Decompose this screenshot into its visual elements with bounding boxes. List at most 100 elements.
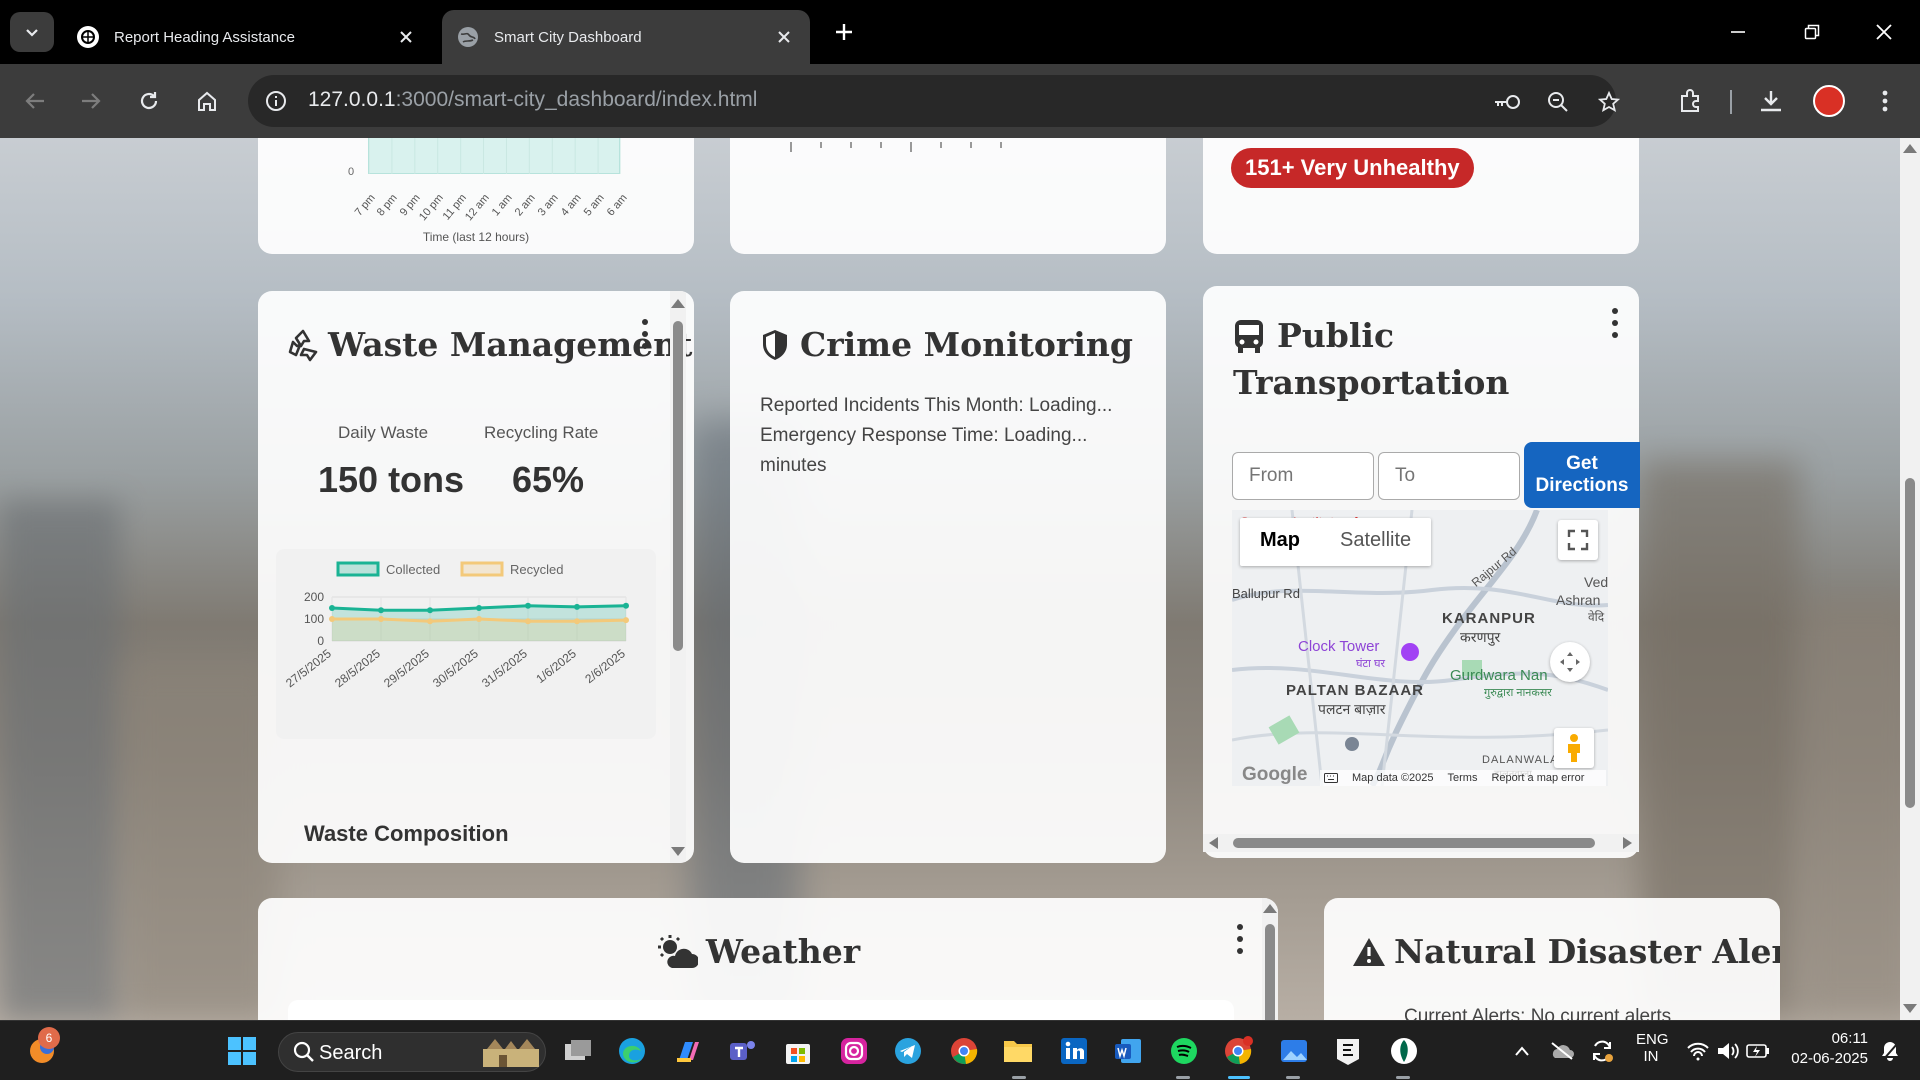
- restore-button[interactable]: [1790, 10, 1834, 54]
- notification-center-button[interactable]: [1874, 1035, 1906, 1067]
- show-hidden-icons-button[interactable]: [1506, 1035, 1538, 1067]
- close-tab-icon[interactable]: [394, 25, 418, 49]
- transport-card-hscrollbar[interactable]: [1203, 834, 1639, 852]
- copilot-app[interactable]: [672, 1035, 704, 1067]
- current-alerts-text: Current Alerts: No current alerts: [1404, 1006, 1672, 1020]
- fullscreen-button[interactable]: [1558, 520, 1598, 560]
- word-app[interactable]: [1112, 1035, 1144, 1067]
- waste-card-menu-button[interactable]: [638, 319, 652, 349]
- clock-date: 02-06-2025: [1791, 1050, 1868, 1067]
- camera-control-button[interactable]: [1550, 642, 1590, 682]
- start-button[interactable]: [226, 1035, 258, 1067]
- chrome-menu-button[interactable]: [1864, 80, 1906, 122]
- battery-status[interactable]: [1742, 1035, 1774, 1067]
- edge-app[interactable]: [616, 1035, 648, 1067]
- telegram-app[interactable]: [892, 1035, 924, 1067]
- map-area-label: DALANWALA: [1482, 754, 1559, 766]
- url-text[interactable]: 127.0.0.1:3000/smart-city_dashboard/inde…: [308, 88, 757, 112]
- weather-card-menu-button[interactable]: [1233, 924, 1247, 954]
- weather-card-scrollbar[interactable]: [1262, 898, 1278, 1020]
- spotify-app[interactable]: [1168, 1035, 1200, 1067]
- x-tick-label: 8 pm: [375, 192, 401, 219]
- transport-title-line2: Transportation: [1233, 363, 1510, 402]
- site-info-icon[interactable]: [262, 87, 290, 115]
- daily-waste-value: 150 tons: [318, 459, 465, 500]
- minimize-button[interactable]: [1716, 10, 1760, 54]
- forward-button[interactable]: [70, 80, 112, 122]
- street-view-pegman-button[interactable]: [1554, 728, 1594, 768]
- photos-app[interactable]: [1278, 1035, 1310, 1067]
- clock[interactable]: 06:11 02-06-2025: [1782, 1029, 1868, 1069]
- downloads-button[interactable]: [1750, 80, 1792, 122]
- x-tick-label: 4 am: [558, 192, 584, 219]
- x-tick-label: 10 pm: [417, 192, 446, 224]
- extensions-button[interactable]: [1670, 80, 1712, 122]
- x-tick-label: 3 am: [535, 192, 561, 219]
- language-indicator[interactable]: ENG IN: [1636, 1031, 1669, 1065]
- get-directions-button[interactable]: Get Directions: [1524, 442, 1640, 508]
- volume-status[interactable]: [1712, 1035, 1744, 1067]
- scroll-down-icon[interactable]: [671, 847, 685, 856]
- more-vertical-icon: [1882, 90, 1888, 112]
- store-app[interactable]: [782, 1035, 814, 1067]
- scroll-left-icon[interactable]: [1209, 837, 1218, 849]
- scrollbar-thumb[interactable]: [673, 321, 683, 651]
- scroll-up-icon[interactable]: [671, 299, 685, 308]
- weather-title: Weather: [705, 932, 861, 971]
- map-place-label-hi: वेदि: [1588, 610, 1605, 624]
- google-map[interactable]: Surgery Institute of Ballupur Rd Rajpur …: [1232, 510, 1608, 786]
- tab-report-heading[interactable]: Report Heading Assistance: [62, 10, 432, 64]
- scrollbar-thumb[interactable]: [1265, 924, 1275, 1020]
- scroll-down-icon[interactable]: [1903, 1004, 1917, 1013]
- map-report-link[interactable]: Report a map error: [1491, 772, 1584, 784]
- onedrive-status[interactable]: [1546, 1035, 1578, 1067]
- scrollbar-thumb[interactable]: [1905, 478, 1915, 808]
- app-running-indicator: [1012, 1076, 1026, 1079]
- new-tab-button[interactable]: [826, 14, 862, 50]
- wifi-status[interactable]: [1682, 1035, 1714, 1067]
- task-view-button[interactable]: [562, 1035, 594, 1067]
- scroll-up-icon[interactable]: [1903, 144, 1917, 153]
- password-key-icon[interactable]: [1492, 87, 1522, 117]
- back-button[interactable]: [14, 80, 56, 122]
- to-input[interactable]: [1378, 452, 1520, 500]
- card-header: Crime Monitoring: [760, 325, 1133, 364]
- close-tab-icon[interactable]: [772, 25, 796, 49]
- zoom-icon[interactable]: [1543, 87, 1573, 117]
- close-window-button[interactable]: [1862, 10, 1906, 54]
- chrome-app-active[interactable]: [1222, 1035, 1254, 1067]
- sync-status[interactable]: [1586, 1035, 1618, 1067]
- bookmark-star-icon[interactable]: [1594, 87, 1624, 117]
- taskbar-search-box[interactable]: Search: [278, 1032, 546, 1072]
- notification-badge: 6: [38, 1027, 60, 1049]
- scroll-up-icon[interactable]: [1263, 904, 1277, 913]
- reload-button[interactable]: [128, 80, 170, 122]
- tab-title: Smart City Dashboard: [494, 28, 642, 46]
- map-terms-link[interactable]: Terms: [1448, 772, 1478, 784]
- waste-card-scrollbar[interactable]: [670, 291, 686, 863]
- from-input[interactable]: [1232, 452, 1374, 500]
- tab-search-button[interactable]: [10, 12, 54, 52]
- chrome-app[interactable]: [948, 1035, 980, 1067]
- map-type-satellite-button[interactable]: Satellite: [1320, 518, 1431, 566]
- home-button[interactable]: [186, 80, 228, 122]
- scrollbar-thumb[interactable]: [1233, 838, 1595, 848]
- epic-games-app[interactable]: [1332, 1035, 1364, 1067]
- directions-label-1: Get: [1566, 453, 1598, 474]
- scroll-right-icon[interactable]: [1623, 837, 1632, 849]
- file-explorer-app[interactable]: [1002, 1035, 1034, 1067]
- mongodb-compass-app[interactable]: [1388, 1035, 1420, 1067]
- map-type-map-button[interactable]: Map: [1240, 518, 1320, 566]
- teams-app[interactable]: [726, 1035, 758, 1067]
- linkedin-app[interactable]: [1058, 1035, 1090, 1067]
- instagram-app[interactable]: [838, 1035, 870, 1067]
- address-bar[interactable]: 127.0.0.1:3000/smart-city_dashboard/inde…: [248, 75, 1620, 127]
- page-scrollbar[interactable]: [1900, 138, 1920, 1020]
- keyboard-icon[interactable]: [1324, 773, 1338, 783]
- daily-waste-label: Daily Waste: [338, 423, 429, 442]
- tab-smart-city-dashboard[interactable]: Smart City Dashboard: [442, 10, 810, 64]
- air-quality-card: 0 7 pm 8 pm 9 pm 10 pm 11 pm 12 am 1 am 2 am 3 a…: [258, 138, 694, 254]
- map-data-text: Map data ©2025: [1352, 772, 1434, 784]
- profile-button[interactable]: [1808, 80, 1850, 122]
- transport-card-menu-button[interactable]: [1608, 308, 1622, 338]
